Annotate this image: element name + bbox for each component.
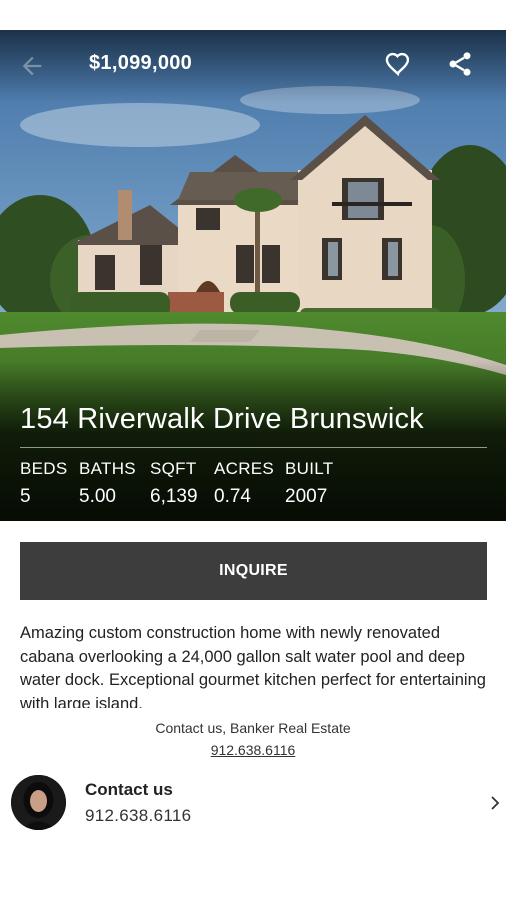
listing-hero: $1,099,000 154 Riverwalk Drive Brunswick… [0, 30, 506, 521]
stat-value: 2007 [285, 486, 328, 507]
inquire-button[interactable]: INQUIRE [20, 542, 487, 600]
agent-credit: Contact us, Banker Real Estate [155, 720, 351, 736]
stat-beds: BEDS 5 [20, 459, 68, 508]
back-arrow-icon[interactable] [18, 52, 46, 80]
stat-label: SQFT [150, 459, 197, 478]
stat-label: BATHS [79, 459, 136, 478]
contact-phone[interactable]: 912.638.6116 [85, 806, 191, 826]
chevron-right-icon[interactable] [488, 794, 502, 812]
agent-credit-phone-link[interactable]: 912.638.6116 [0, 742, 506, 758]
listing-description: Amazing custom construction home with ne… [20, 624, 486, 708]
stat-value: 0.74 [214, 486, 251, 507]
listing-address: 154 Riverwalk Drive Brunswick [20, 403, 424, 435]
stat-label: BEDS [20, 459, 68, 478]
stat-value: 5.00 [79, 486, 116, 507]
stats-divider [20, 447, 487, 448]
share-icon[interactable] [446, 50, 474, 78]
listing-price: $1,099,000 [89, 52, 193, 74]
stat-sqft: SQFT 6,139 [150, 459, 198, 508]
stat-baths: BATHS 5.00 [79, 459, 136, 508]
status-bar [0, 0, 506, 30]
avatar [11, 775, 66, 830]
stat-acres: ACRES 0.74 [214, 459, 274, 508]
stat-value: 5 [20, 486, 31, 507]
stat-label: ACRES [214, 459, 275, 478]
contact-title[interactable]: Contact us [85, 780, 173, 800]
hero-top-overlay [0, 30, 506, 102]
stat-built: BUILT 2007 [285, 459, 333, 508]
heart-icon[interactable] [384, 50, 412, 78]
stat-value: 6,139 [150, 486, 198, 507]
stat-label: BUILT [285, 459, 334, 478]
